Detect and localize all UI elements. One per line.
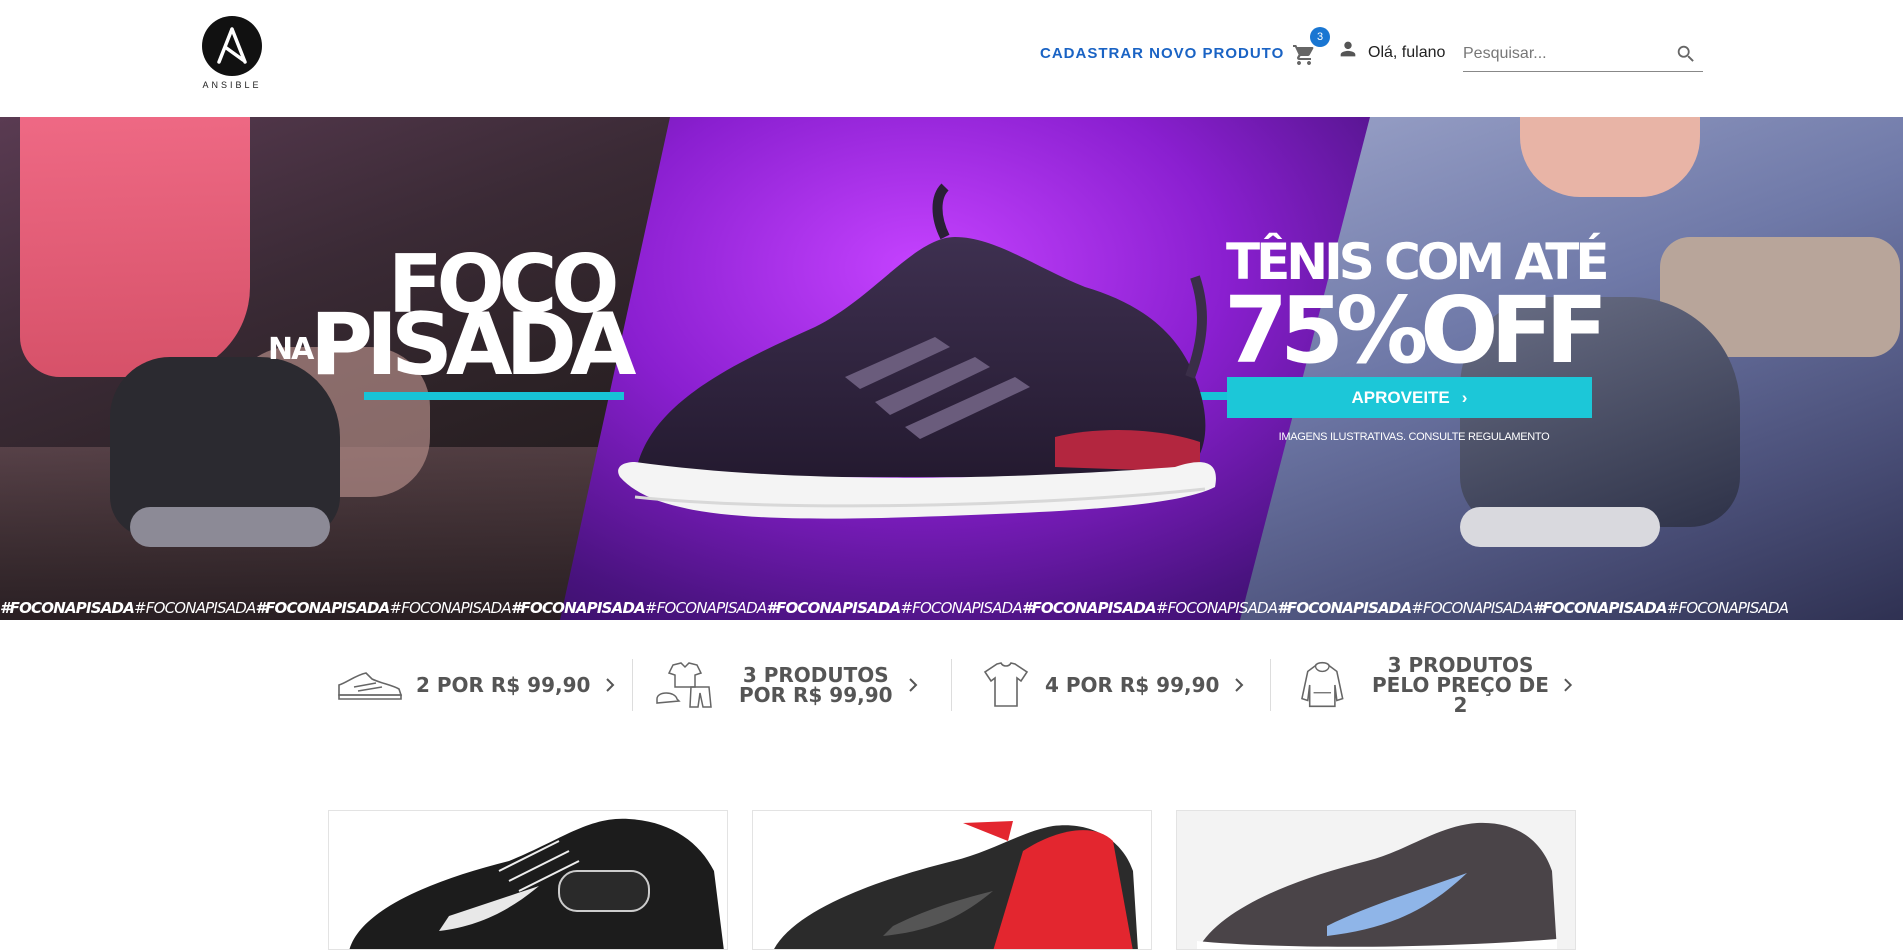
chevron-right-icon: [606, 678, 615, 692]
hashtag-text: #FOCONAPISADA: [900, 599, 1022, 617]
search-input[interactable]: [1463, 42, 1663, 66]
tshirt-icon: [983, 662, 1029, 707]
hashtag-text: #FOCONAPISADA: [134, 599, 256, 617]
clothing-set-icon: [656, 662, 712, 708]
product-card[interactable]: [328, 810, 728, 950]
banner-headline-na: NA: [268, 332, 314, 367]
chevron-right-icon: [908, 678, 917, 692]
promo-label: 3 PRODUTOS POR R$ 99,90: [739, 665, 893, 705]
hashtag-text: #FOCONAPISADA: [766, 599, 901, 617]
promo-divider: [632, 659, 633, 711]
product-image: [349, 818, 724, 949]
hashtag-text: #FOCONAPISADA: [1411, 599, 1533, 617]
hoodie-icon: [1301, 661, 1344, 708]
hashtag-text: #FOCONAPISADA: [1277, 599, 1412, 617]
product-card[interactable]: [1176, 810, 1576, 950]
hashtag-text: #FOCONAPISADA: [644, 599, 767, 617]
aproveite-button[interactable]: APROVEITE ›: [1227, 377, 1592, 418]
promo-2-for-price[interactable]: 2 POR R$ 99,90: [336, 655, 616, 715]
promo-banner[interactable]: FOCO NA PISADA TÊNIS COM ATÉ 75%OFF APRO…: [0, 117, 1903, 620]
hashtag-text: #FOCONAPISADA: [389, 599, 511, 617]
hashtag-text: #FOCONAPISADA: [1155, 599, 1278, 617]
promo-divider: [951, 659, 952, 711]
logo-text: ANSIBLE: [202, 80, 262, 90]
chevron-right-icon: [1235, 678, 1244, 692]
hashtag-text: #FOCONAPISADA: [255, 599, 390, 617]
product-image: [774, 821, 1138, 949]
search-icon[interactable]: [1675, 43, 1697, 65]
hashtag-strip: #FOCONAPISADA#FOCONAPISADA#FOCONAPISADA#…: [0, 596, 1903, 620]
chevron-right-icon: [1564, 678, 1573, 692]
cta-label: APROVEITE: [1351, 388, 1450, 407]
promo-label: 2 POR R$ 99,90: [416, 673, 591, 697]
featured-sneaker-image: [618, 183, 1216, 519]
user-greeting[interactable]: Olá, fulano: [1368, 44, 1445, 62]
hashtag-text: #FOCONAPISADA: [510, 599, 646, 617]
promo-label-line1: 3 PRODUTOS: [742, 663, 889, 687]
logo-mark: [202, 16, 262, 76]
banner-headline-pisada: PISADA: [310, 295, 636, 395]
banner-disclaimer: IMAGENS ILUSTRATIVAS. CONSULTE REGULAMEN…: [1278, 431, 1550, 443]
hashtag-text: #FOCONAPISADA: [1666, 599, 1789, 617]
ansible-logo[interactable]: ANSIBLE: [200, 16, 264, 96]
promo-3-products[interactable]: 3 PRODUTOS POR R$ 99,90: [655, 655, 919, 715]
product-image: [1177, 811, 1575, 949]
promo-3-for-2[interactable]: 3 PRODUTOS PELO PREÇO DE 2: [1300, 655, 1574, 715]
promo-label-line1: 3 PRODUTOS: [1387, 653, 1534, 677]
promo-label-line2: PELO PREÇO DE 2: [1372, 673, 1549, 717]
cart-icon[interactable]: [1292, 43, 1316, 67]
site-header: ANSIBLE CADASTRAR NOVO PRODUTO 3 Olá, fu…: [0, 0, 1903, 117]
hashtag-text: #FOCONAPISADA: [1021, 599, 1157, 617]
product-card[interactable]: [752, 810, 1152, 950]
promo-label: 3 PRODUTOS PELO PREÇO DE 2: [1365, 655, 1557, 715]
promo-divider: [1270, 659, 1271, 711]
hashtag-text: #FOCONAPISADA: [0, 599, 135, 617]
promo-label: 4 POR R$ 99,90: [1045, 673, 1220, 697]
user-icon[interactable]: [1337, 38, 1359, 60]
cart-count-badge: 3: [1310, 27, 1330, 47]
promo-categories: 2 POR R$ 99,90 3 PRODUTOS POR R$ 99,90 4…: [328, 655, 1574, 715]
search-bar: [1463, 38, 1703, 72]
promo-label-line2: POR R$ 99,90: [739, 683, 893, 707]
promo-4-for-price[interactable]: 4 POR R$ 99,90: [983, 655, 1245, 715]
hashtag-text: #FOCONAPISADA: [1532, 599, 1668, 617]
register-product-link[interactable]: CADASTRAR NOVO PRODUTO: [1040, 45, 1284, 62]
banner-offer-discount: 75%OFF: [1224, 277, 1608, 384]
sneaker-icon: [338, 672, 403, 700]
chevron-right-icon: ›: [1461, 388, 1468, 407]
